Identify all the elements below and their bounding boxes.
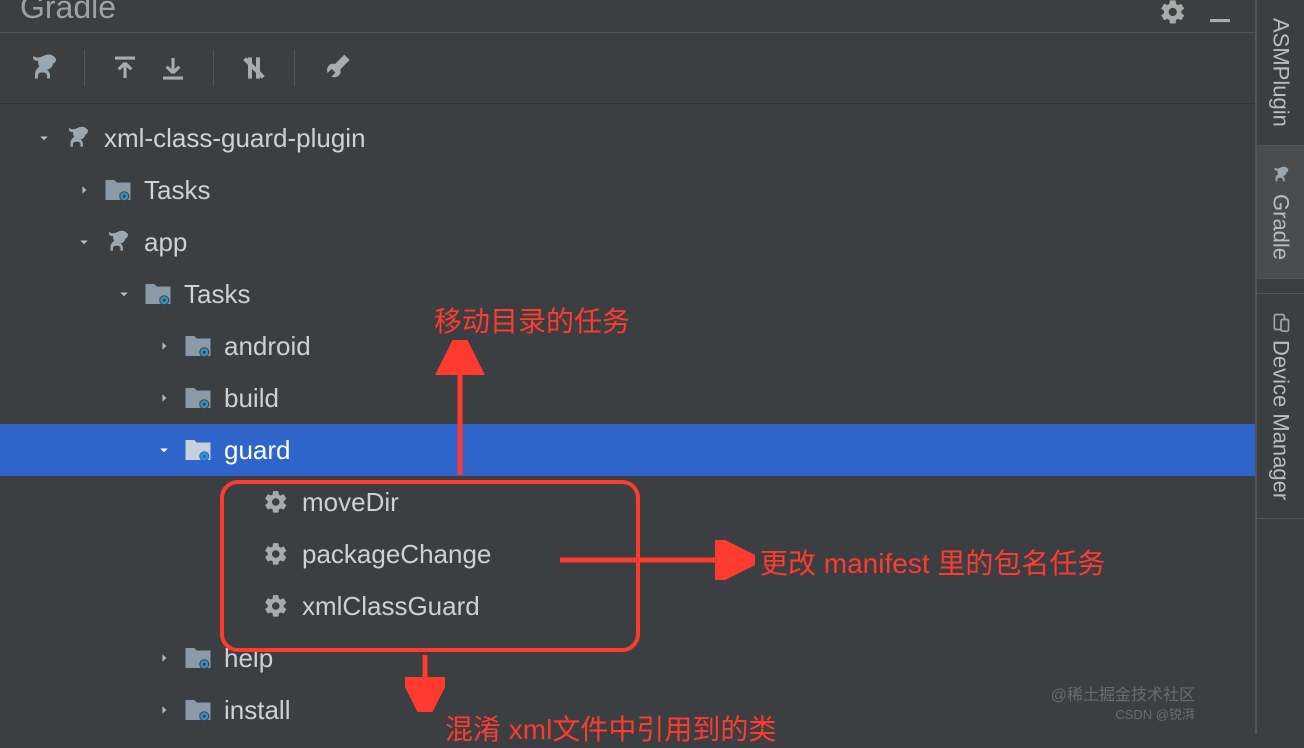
device-icon — [1268, 312, 1294, 332]
chevron-right-icon[interactable] — [152, 389, 176, 407]
toolbar — [0, 32, 1255, 104]
tree-item-android[interactable]: android — [0, 320, 1255, 372]
side-tab-asmplugin[interactable]: ASMPlugin — [1257, 0, 1304, 146]
tree-label: xmlClassGuard — [302, 591, 480, 622]
folder-gear-icon — [182, 434, 214, 466]
build-settings-icon[interactable] — [311, 48, 359, 88]
panel-title: Gradle — [20, 0, 116, 26]
chevron-down-icon[interactable] — [32, 129, 56, 147]
tree-label: xml-class-guard-plugin — [104, 123, 366, 154]
toggle-offline-icon[interactable] — [230, 48, 278, 88]
tree-label: moveDir — [302, 487, 399, 518]
tree-item-app[interactable]: app — [0, 216, 1255, 268]
panel-header: Gradle — [0, 0, 1255, 30]
collapse-all-icon[interactable] — [149, 48, 197, 88]
watermark: @稀土掘金技术社区 CSDN @锐湃 — [1051, 686, 1195, 724]
chevron-right-icon[interactable] — [152, 649, 176, 667]
tree-task-xmlclassguard[interactable]: xmlClassGuard — [0, 580, 1255, 632]
tree-item-tasks[interactable]: Tasks — [0, 164, 1255, 216]
tree-item-guard[interactable]: guard — [0, 424, 1255, 476]
folder-gear-icon — [142, 278, 174, 310]
side-tab-bar: ASMPlugin Gradle Device Manager — [1256, 0, 1304, 734]
tree-label: guard — [224, 435, 291, 466]
folder-gear-icon — [182, 330, 214, 362]
chevron-down-icon[interactable] — [72, 233, 96, 251]
folder-gear-icon — [102, 174, 134, 206]
gradle-tree: xml-class-guard-plugin Tasks app Tasks a… — [0, 104, 1255, 736]
gear-icon — [260, 538, 292, 570]
side-tab-device-manager[interactable]: Device Manager — [1257, 293, 1304, 519]
tree-task-packagechange[interactable]: packageChange — [0, 528, 1255, 580]
expand-all-icon[interactable] — [101, 48, 149, 88]
tree-root[interactable]: xml-class-guard-plugin — [0, 112, 1255, 164]
gear-icon — [260, 590, 292, 622]
folder-gear-icon — [182, 382, 214, 414]
tree-item-tasks-app[interactable]: Tasks — [0, 268, 1255, 320]
tree-label: Tasks — [144, 175, 210, 206]
chevron-right-icon[interactable] — [72, 181, 96, 199]
tree-item-build[interactable]: build — [0, 372, 1255, 424]
gradle-refresh-icon[interactable] — [20, 48, 68, 88]
tree-label: android — [224, 331, 311, 362]
side-tab-gradle[interactable]: Gradle — [1257, 146, 1304, 279]
gradle-icon — [62, 122, 94, 154]
tree-item-help[interactable]: help — [0, 632, 1255, 684]
chevron-right-icon[interactable] — [152, 337, 176, 355]
gear-icon — [260, 486, 292, 518]
minimize-icon[interactable] — [1205, 0, 1235, 33]
tree-label: packageChange — [302, 539, 491, 570]
gradle-icon — [102, 226, 134, 258]
tree-label: app — [144, 227, 187, 258]
tree-label: help — [224, 643, 273, 674]
chevron-down-icon[interactable] — [152, 441, 176, 459]
chevron-right-icon[interactable] — [152, 701, 176, 719]
tree-label: install — [224, 695, 290, 726]
gradle-icon — [1268, 164, 1294, 186]
settings-icon[interactable] — [1159, 0, 1187, 33]
chevron-down-icon[interactable] — [112, 285, 136, 303]
tree-label: build — [224, 383, 279, 414]
tree-task-movedir[interactable]: moveDir — [0, 476, 1255, 528]
tree-label: Tasks — [184, 279, 250, 310]
folder-gear-icon — [182, 694, 214, 726]
folder-gear-icon — [182, 642, 214, 674]
